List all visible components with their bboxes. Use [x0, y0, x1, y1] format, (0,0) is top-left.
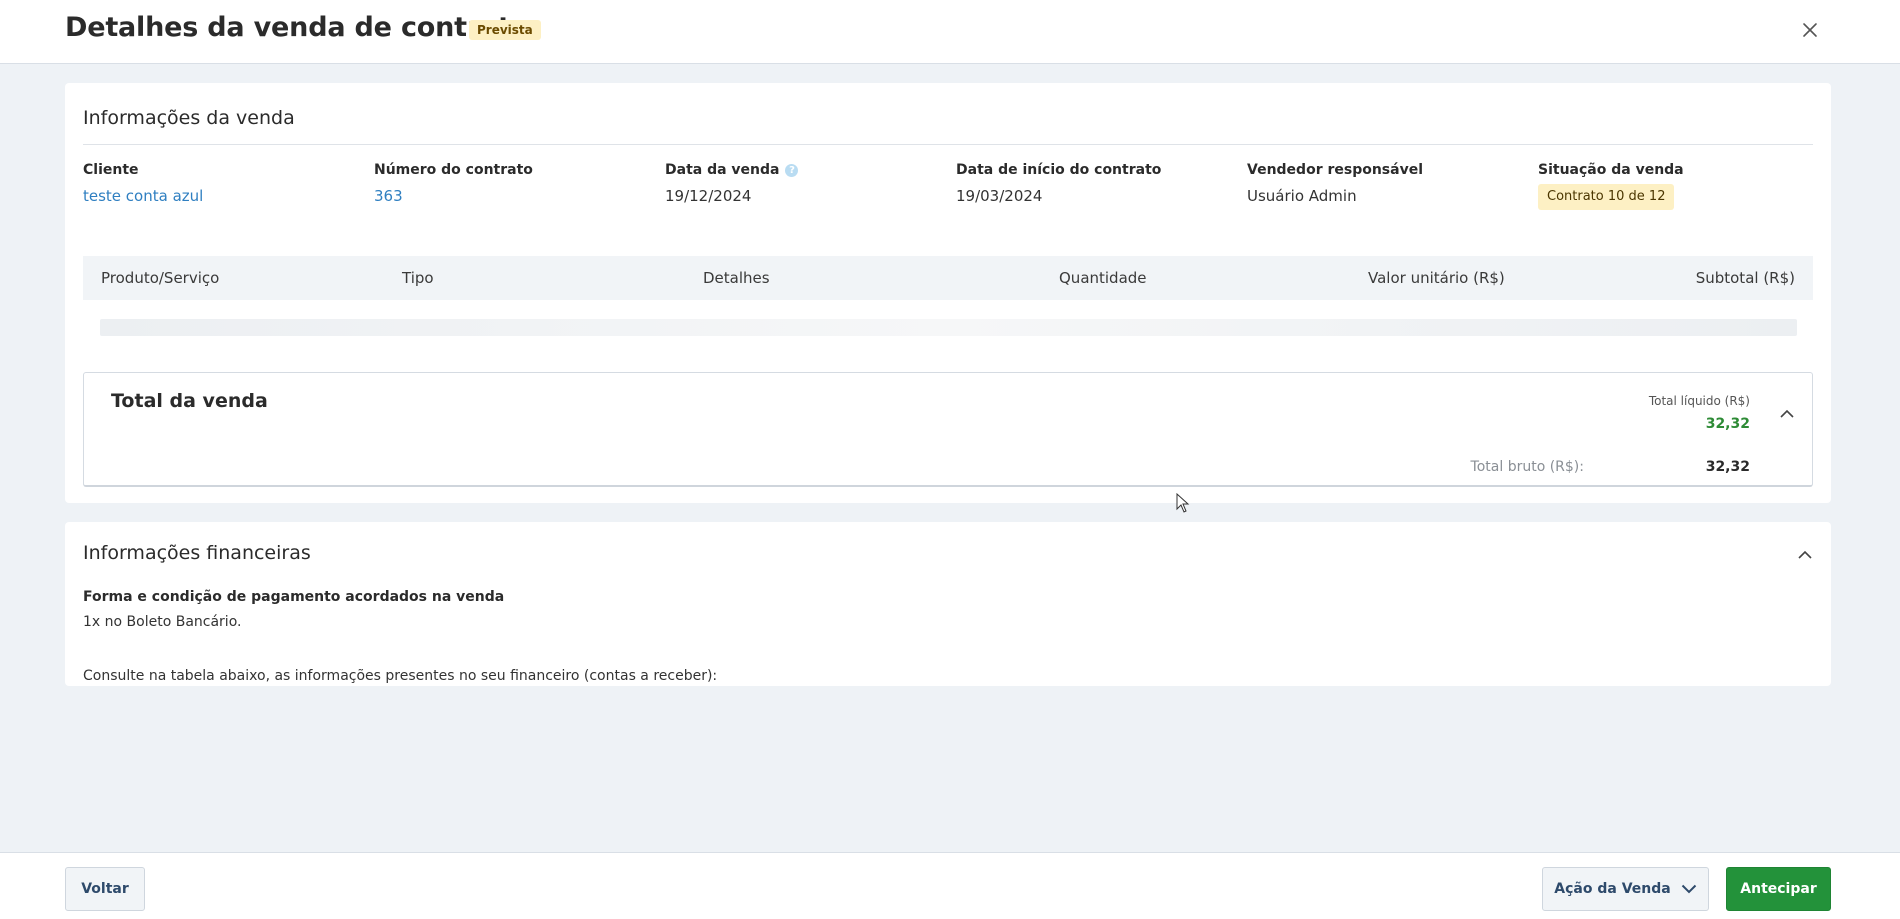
- contract-status-badge: Contrato 10 de 12: [1538, 184, 1675, 210]
- field-label-with-help: Data da venda ?: [665, 162, 945, 178]
- sale-info-title: Informações da venda: [83, 107, 295, 129]
- collapse-totals-button[interactable]: [1777, 403, 1797, 423]
- gross-total-value: 32,32: [1705, 459, 1750, 475]
- chevron-up-icon: [1780, 409, 1794, 418]
- field-label: Número do contrato: [374, 162, 533, 178]
- field-label: Data de início do contrato: [956, 162, 1162, 178]
- client-link[interactable]: teste conta azul: [83, 187, 363, 205]
- close-icon: [1803, 23, 1817, 37]
- help-icon[interactable]: ?: [785, 163, 799, 177]
- footer-bar: Voltar Ação da Venda Antecipar: [0, 852, 1900, 919]
- total-title: Total da venda: [111, 390, 268, 412]
- sale-date: 19/12/2024: [665, 187, 752, 205]
- field-vendedor: Vendedor responsável Usuário Admin: [1247, 162, 1527, 205]
- back-button[interactable]: Voltar: [65, 867, 145, 911]
- financial-table-hint: Consulte na tabela abaixo, as informaçõe…: [83, 668, 718, 684]
- column-header-subtotal: Subtotal (R$): [1695, 269, 1795, 287]
- column-header-produto: Produto/Serviço: [101, 269, 220, 287]
- financial-info-card: Informações financeiras Forma e condição…: [65, 522, 1831, 686]
- contract-number-link[interactable]: 363: [374, 187, 654, 205]
- field-data-inicio: Data de início do contrato 19/03/2024: [956, 162, 1236, 205]
- column-header-tipo: Tipo: [402, 269, 434, 287]
- field-label: Situação da venda: [1538, 162, 1684, 178]
- sale-total-box: Total da venda Total líquido (R$) 32,32 …: [83, 372, 1813, 487]
- field-situacao: Situação da venda Contrato 10 de 12: [1538, 162, 1818, 210]
- field-contrato: Número do contrato 363: [374, 162, 654, 205]
- section-divider: [83, 144, 1813, 145]
- sale-info-card: Informações da venda Cliente teste conta…: [65, 83, 1831, 503]
- advance-button[interactable]: Antecipar: [1726, 867, 1831, 911]
- loading-skeleton-row: [100, 319, 1797, 336]
- net-total-label: Total líquido (R$): [1648, 394, 1750, 408]
- payment-condition: 1x no Boleto Bancário.: [83, 614, 242, 630]
- field-data-venda: Data da venda ? 19/12/2024: [665, 162, 945, 205]
- chevron-up-icon: [1798, 550, 1812, 559]
- net-total-value: 32,32: [1705, 416, 1750, 432]
- items-table-header: Produto/Serviço Tipo Detalhes Quantidade…: [83, 256, 1813, 300]
- payment-heading: Forma e condição de pagamento acordados …: [83, 589, 505, 605]
- column-header-detalhes: Detalhes: [703, 269, 770, 287]
- field-cliente: Cliente teste conta azul: [83, 162, 363, 205]
- field-label-text: Data da venda: [665, 162, 780, 178]
- status-badge: Prevista: [469, 20, 541, 40]
- close-button[interactable]: [1796, 16, 1824, 44]
- field-label: Vendedor responsável: [1247, 162, 1424, 178]
- contract-start-date: 19/03/2024: [956, 187, 1043, 205]
- collapse-financial-button[interactable]: [1795, 544, 1815, 564]
- mouse-cursor-icon: [1176, 493, 1190, 513]
- financial-info-title: Informações financeiras: [83, 542, 311, 564]
- seller-name: Usuário Admin: [1247, 187, 1357, 205]
- field-label: Cliente: [83, 162, 139, 178]
- page-title: Detalhes da venda de contrato: [65, 12, 530, 43]
- sale-details-page: Detalhes da venda de contrato Prevista I…: [0, 0, 1900, 919]
- gross-total-label: Total bruto (R$):: [1470, 459, 1584, 475]
- column-header-valor-unitario: Valor unitário (R$): [1368, 269, 1505, 287]
- sale-action-label: Ação da Venda: [1554, 881, 1671, 897]
- column-header-quantidade: Quantidade: [1059, 269, 1147, 287]
- sale-action-dropdown[interactable]: Ação da Venda: [1542, 867, 1709, 911]
- top-bar: Detalhes da venda de contrato Prevista: [0, 0, 1900, 64]
- chevron-down-icon: [1681, 884, 1696, 894]
